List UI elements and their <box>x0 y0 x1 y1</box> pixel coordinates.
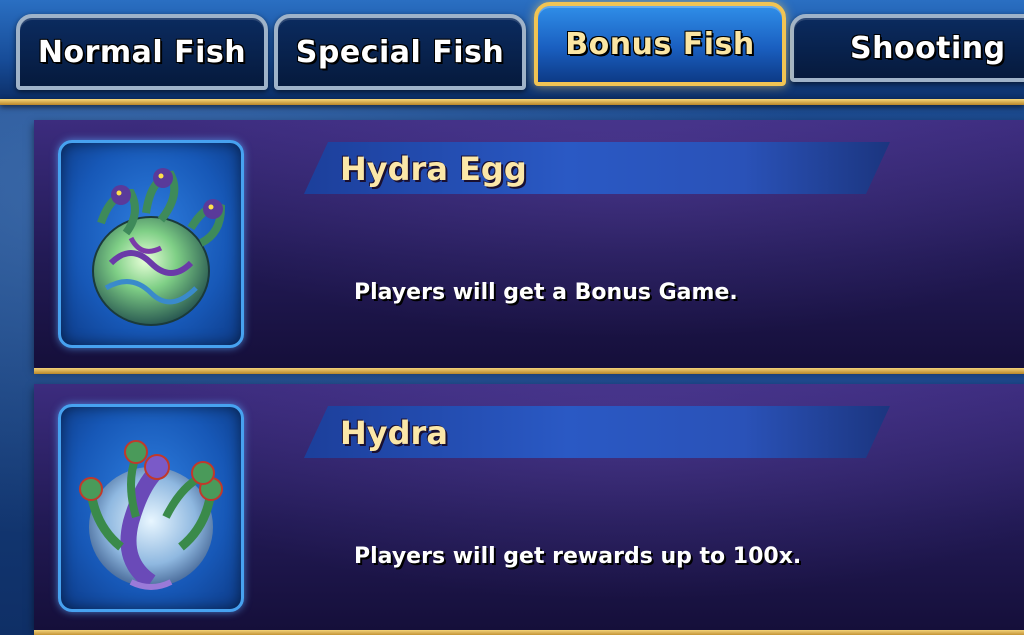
tab-shooting[interactable]: Shooting <box>790 14 1024 82</box>
fish-icon-frame <box>58 404 244 612</box>
tab-bonus-fish[interactable]: Bonus Fish <box>534 2 786 86</box>
fish-card-hydra: Hydra Players will get rewards up to 100… <box>34 384 1024 635</box>
fish-icon-frame <box>58 140 244 348</box>
hydra-egg-icon <box>92 168 226 326</box>
fish-description: Players will get rewards up to 100x. <box>354 544 802 569</box>
fish-description: Players will get a Bonus Game. <box>354 280 738 305</box>
fish-name: Hydra <box>340 414 448 452</box>
tab-label: Special Fish <box>295 34 505 70</box>
fish-name: Hydra Egg <box>340 150 527 188</box>
hydra-icon <box>79 440 223 590</box>
tab-bar: Normal Fish Special Fish Shooting Bonus … <box>0 0 1024 100</box>
card-divider <box>34 368 1024 374</box>
tab-label: Bonus Fish <box>565 26 755 62</box>
bonus-fish-info-screen: Normal Fish Special Fish Shooting Bonus … <box>0 0 1024 635</box>
tab-label: Normal Fish <box>37 34 247 70</box>
tab-label: Shooting <box>850 30 1006 66</box>
tab-special-fish[interactable]: Special Fish <box>274 14 526 90</box>
fish-card-hydra-egg: Hydra Egg Players will get a Bonus Game. <box>34 120 1024 374</box>
tab-bar-divider <box>0 99 1024 105</box>
tab-normal-fish[interactable]: Normal Fish <box>16 14 268 90</box>
card-divider <box>34 630 1024 635</box>
